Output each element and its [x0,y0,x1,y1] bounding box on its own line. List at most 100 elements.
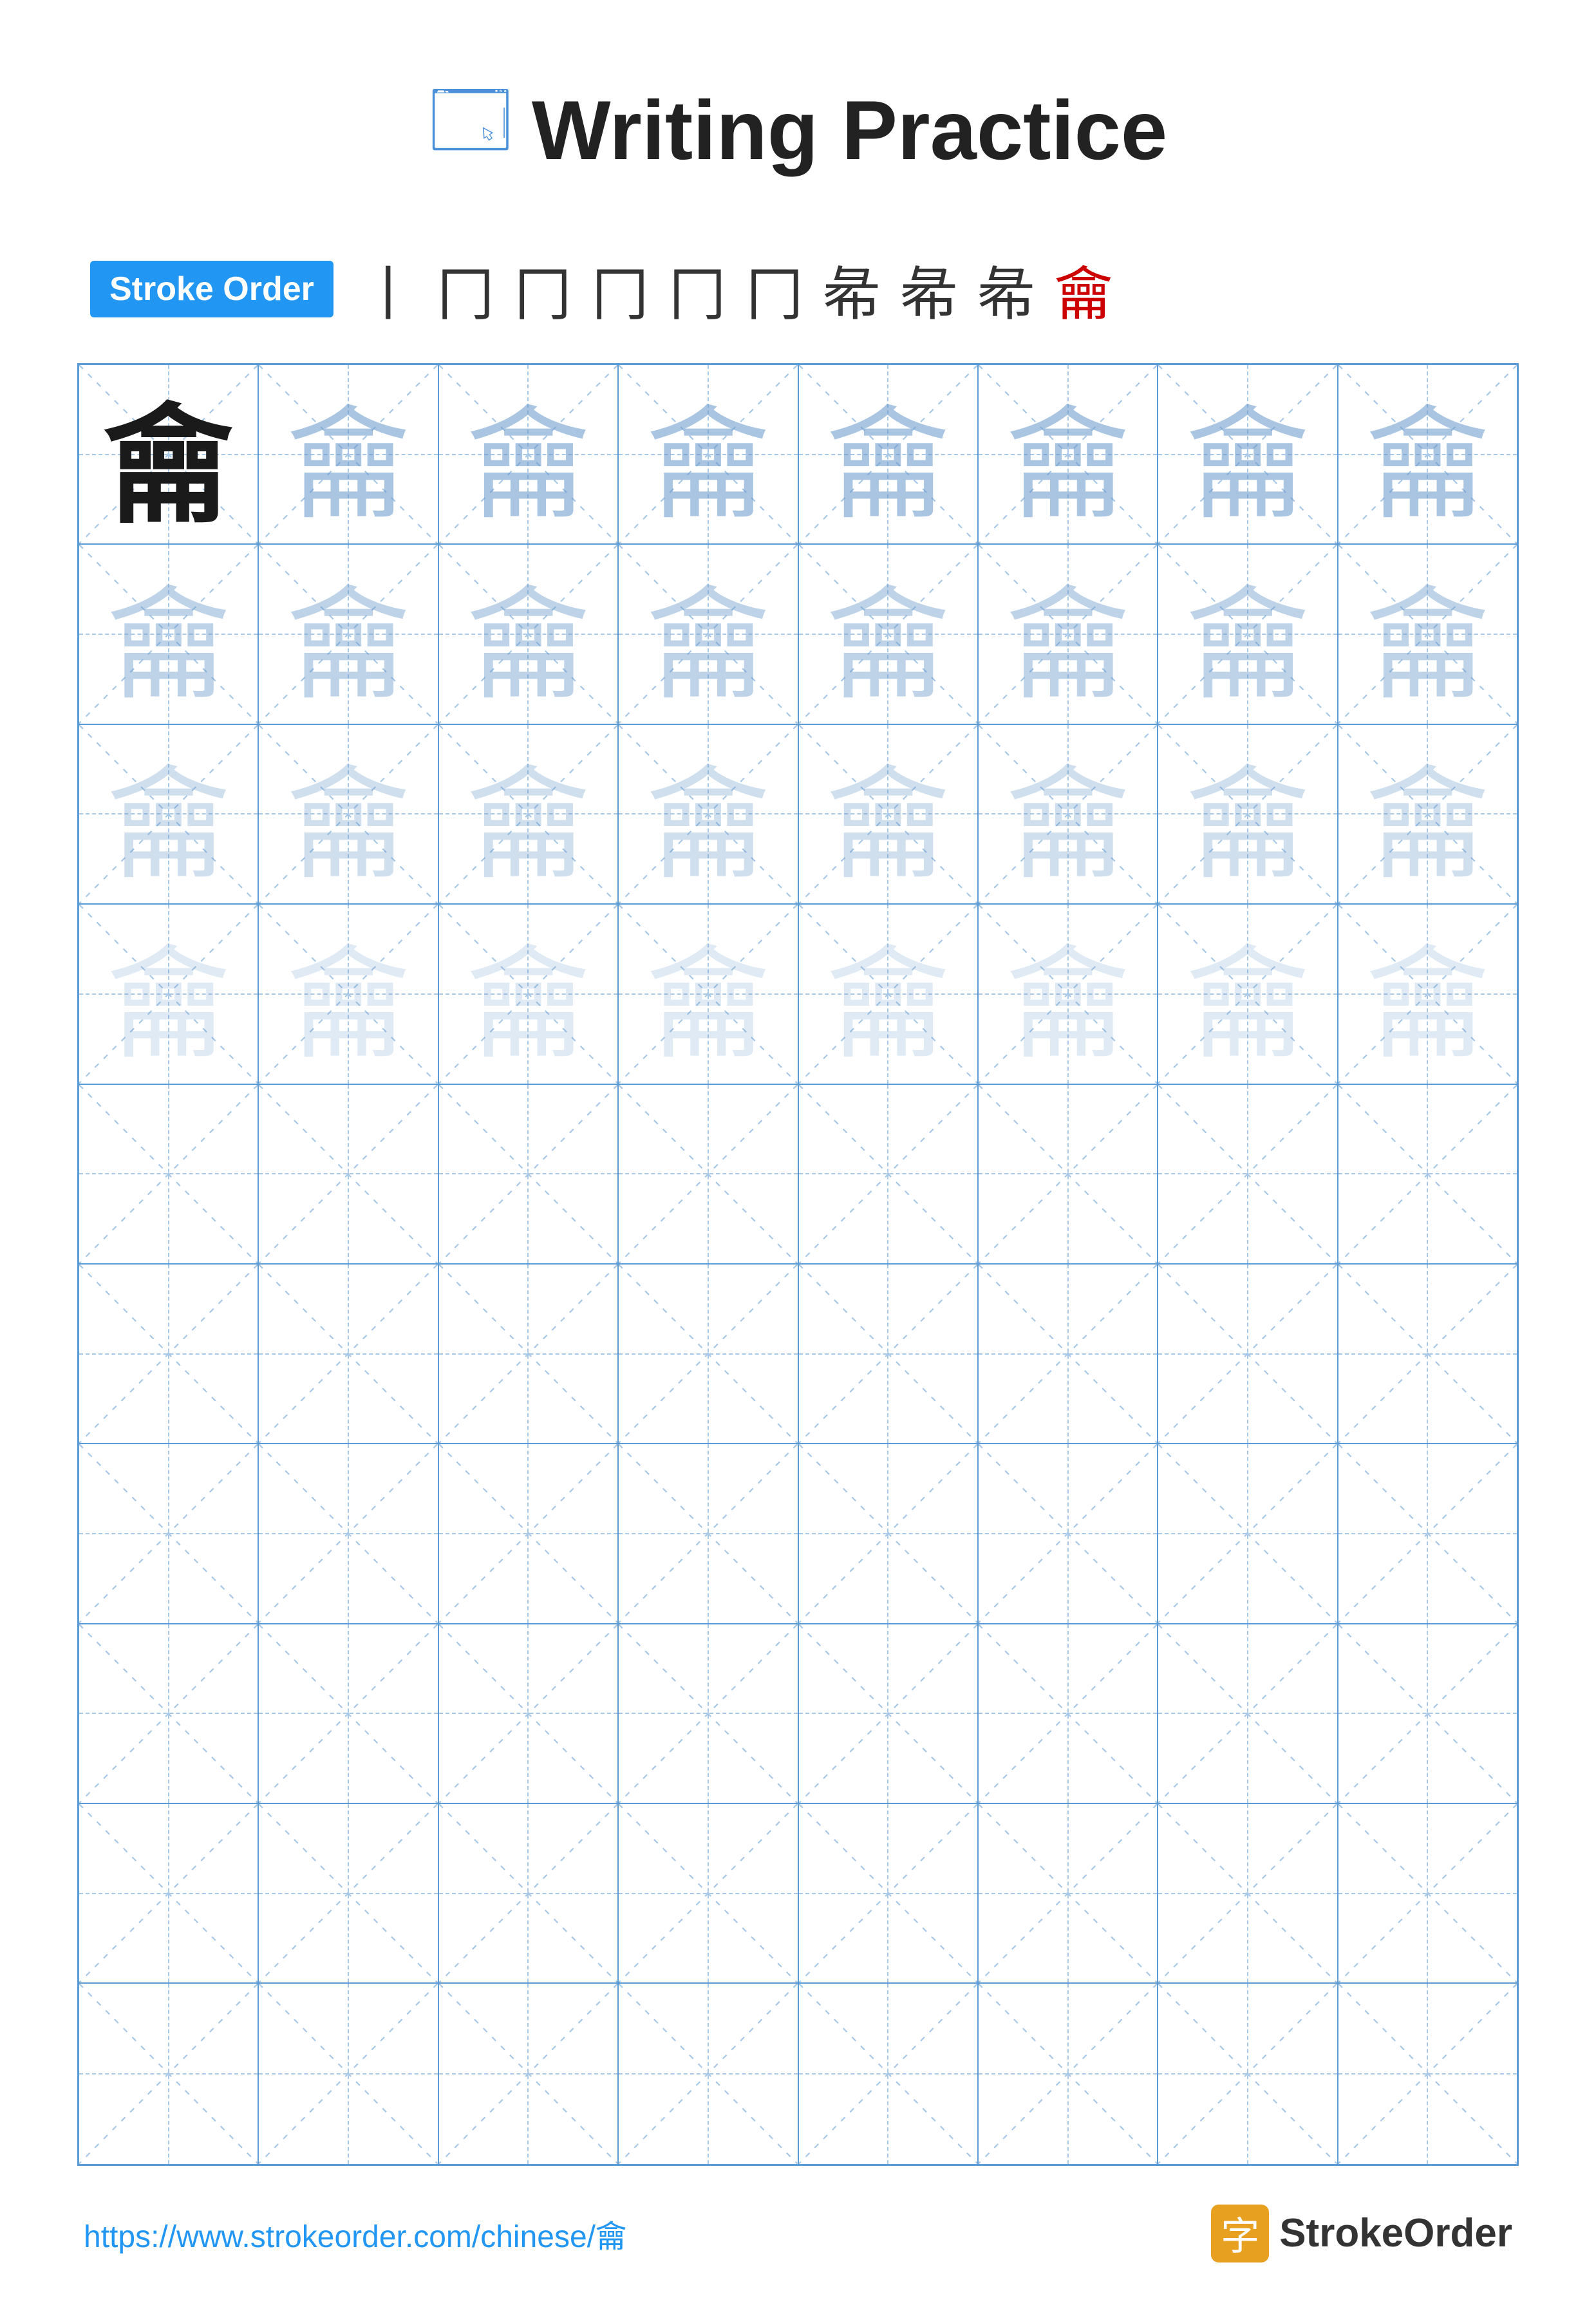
grid-cell[interactable]: 龠 [79,905,259,1084]
grid-cell[interactable] [1158,1444,1338,1624]
stroke-7: 㣇 [823,247,881,331]
grid-cell[interactable] [439,1265,619,1444]
page-title: Writing Practice [532,82,1167,178]
grid-cell[interactable] [799,1624,979,1804]
grid-cell[interactable]: 龠 [979,905,1158,1084]
grid-cell[interactable] [1158,1804,1338,1984]
grid-cell[interactable] [619,1984,798,2163]
grid-cell[interactable] [1338,1804,1517,1984]
grid-cell[interactable]: 龠 [79,545,259,724]
grid-cell[interactable]: 龠 [1158,365,1338,545]
stroke-5: 冂 [668,247,726,331]
stroke-order-row: Stroke Order 丨 冂 冂 冂 冂 冂 㣇 㣇 㣇 龠 [77,247,1519,331]
footer-url[interactable]: https://www.strokeorder.com/chinese/龠 [84,2211,626,2256]
grid-cell[interactable]: 龠 [439,1085,619,1265]
grid-cell[interactable]: 龠 [1338,365,1517,545]
grid-cell[interactable]: 龠 [619,545,798,724]
stroke-1: 丨 [359,247,417,331]
grid-cell[interactable] [79,1984,259,2163]
grid-cell[interactable] [979,1804,1158,1984]
grid-cell[interactable] [259,1804,438,1984]
grid-cell[interactable]: 龠 [1338,905,1517,1084]
grid-cell[interactable] [799,1984,979,2163]
grid-row [79,1265,1517,1444]
grid-cell[interactable] [1338,1444,1517,1624]
grid-cell[interactable] [439,1624,619,1804]
grid-cell[interactable]: 龠 [259,725,438,905]
grid-cell[interactable]: 龠 [79,365,259,545]
grid-cell[interactable]: 龠 [259,365,438,545]
grid-cell[interactable]: 龠 [1338,545,1517,724]
stroke-2: 冂 [437,247,494,331]
grid-cell[interactable] [979,1624,1158,1804]
grid-row [79,1804,1517,1984]
grid-cell[interactable]: 龠 [439,725,619,905]
grid-cell[interactable] [1158,1984,1338,2163]
grid-cell[interactable] [259,1624,438,1804]
grid-cell[interactable] [619,1444,798,1624]
grid-cell[interactable]: 龠 [619,725,798,905]
grid-row [79,1984,1517,2163]
grid-cell[interactable]: 龠 [619,905,798,1084]
grid-cell[interactable] [439,1804,619,1984]
page: 🗔 Writing Practice Stroke Order 丨 冂 冂 冂 … [0,0,1596,2314]
grid-cell[interactable] [799,1265,979,1444]
grid-cell[interactable]: 龠 [259,905,438,1084]
grid-cell[interactable]: 龠 [799,725,979,905]
grid-cell[interactable] [1338,1265,1517,1444]
grid-cell[interactable]: 龠 [799,905,979,1084]
grid-cell[interactable]: 龠 [1338,1085,1517,1265]
grid-cell[interactable] [979,1265,1158,1444]
grid-cell[interactable] [1338,1624,1517,1804]
grid-cell[interactable] [799,1444,979,1624]
grid-cell[interactable]: 龠 [799,545,979,724]
grid-cell[interactable]: 龠 [1338,725,1517,905]
grid-cell[interactable]: 龠 [439,905,619,1084]
grid-cell[interactable] [979,1984,1158,2163]
grid-cell[interactable]: 龠 [799,1085,979,1265]
grid-cell[interactable]: 龠 [619,1085,798,1265]
grid-cell[interactable] [79,1265,259,1444]
grid-cell[interactable] [979,1444,1158,1624]
grid-cell[interactable] [799,1804,979,1984]
stroke-3: 冂 [514,247,572,331]
grid-cell[interactable] [619,1804,798,1984]
grid-cell[interactable]: 龠 [979,1085,1158,1265]
grid-cell[interactable]: 龠 [259,545,438,724]
stroke-8: 㣇 [900,247,958,331]
grid-cell[interactable] [439,1984,619,2163]
footer-brand: 字 StrokeOrder [1211,2205,1512,2262]
grid-cell[interactable] [1338,1984,1517,2163]
grid-cell[interactable] [1158,1624,1338,1804]
footer: https://www.strokeorder.com/chinese/龠 字 … [77,2205,1519,2262]
grid-cell[interactable]: 龠 [979,365,1158,545]
grid-cell[interactable]: 龠 [1158,725,1338,905]
grid-cell[interactable]: 龠 [1158,1085,1338,1265]
grid-cell[interactable]: 龠 [79,1085,259,1265]
grid-cell[interactable] [79,1444,259,1624]
grid-cell[interactable] [259,1444,438,1624]
grid-cell[interactable]: 龠 [439,545,619,724]
grid-cell[interactable]: 龠 [979,725,1158,905]
grid-cell[interactable]: 龠 [799,365,979,545]
grid-cell[interactable] [259,1265,438,1444]
grid-cell[interactable] [79,1804,259,1984]
practice-grid: 龠 龠 龠 龠 龠 龠 龠 龠 [77,363,1519,2166]
grid-cell[interactable]: 龠 [1158,905,1338,1084]
grid-cell[interactable] [259,1984,438,2163]
grid-cell[interactable] [439,1444,619,1624]
grid-cell[interactable]: 龠 [619,365,798,545]
grid-cell[interactable]: 龠 [259,1085,438,1265]
grid-cell[interactable]: 龠 [1158,545,1338,724]
grid-cell[interactable]: 龠 [439,365,619,545]
grid-cell[interactable] [1158,1265,1338,1444]
grid-cell[interactable]: 龠 [979,545,1158,724]
grid-cell[interactable]: 龠 [79,725,259,905]
grid-cell[interactable] [79,1624,259,1804]
grid-cell[interactable] [619,1624,798,1804]
stroke-9: 㣇 [977,247,1035,331]
stroke-10-final: 龠 [1055,247,1113,331]
grid-row: 龠 龠 龠 龠 龠 龠 龠 龠 [79,905,1517,1084]
grid-cell[interactable] [619,1265,798,1444]
grid-row: 龠 龠 龠 龠 龠 龠 龠 龠 [79,545,1517,724]
